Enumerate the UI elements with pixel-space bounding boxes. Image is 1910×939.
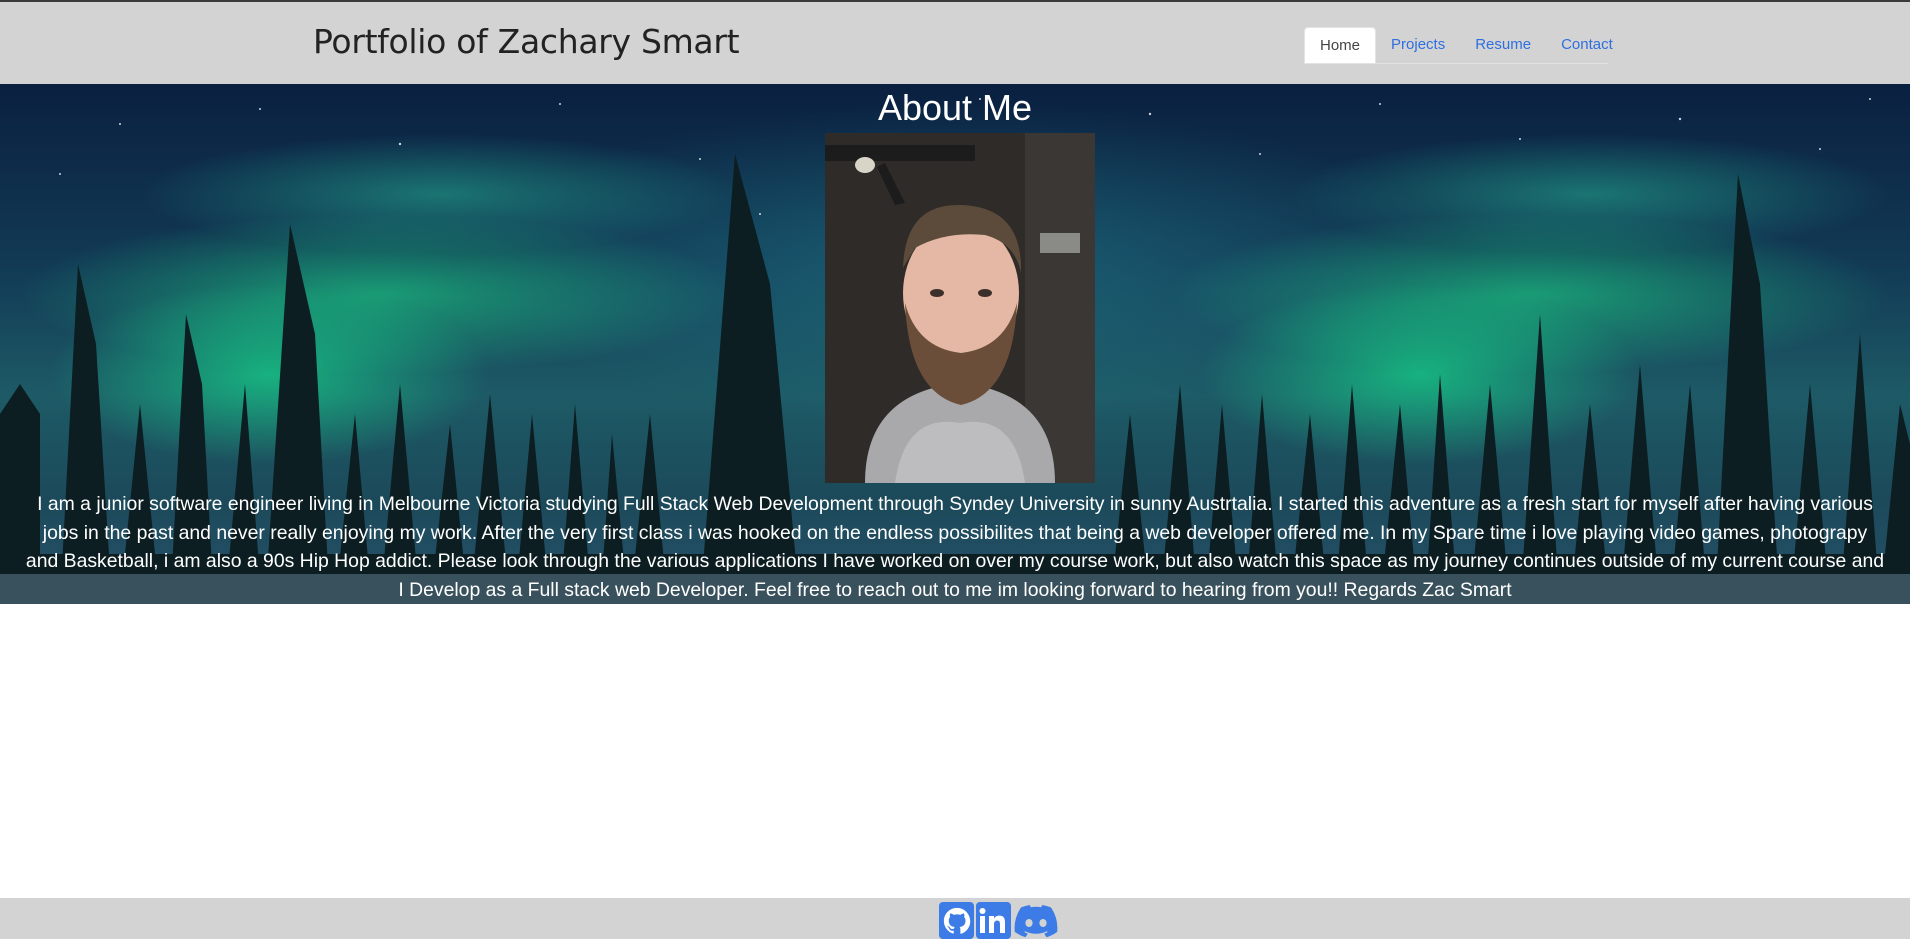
- nav-projects-link[interactable]: Projects: [1376, 27, 1460, 63]
- about-heading: About Me: [877, 87, 1033, 128]
- profile-photo-image: [825, 133, 1095, 483]
- linkedin-link[interactable]: [976, 902, 1011, 939]
- about-paragraph: I am a junior software engineer living i…: [0, 490, 1910, 604]
- about-line: I Develop as a Full stack web Developer.…: [398, 578, 1512, 601]
- linkedin-icon: [979, 907, 1005, 933]
- main-nav: Home Projects Resume Contact: [1304, 27, 1613, 64]
- discord-link[interactable]: [1013, 902, 1059, 939]
- github-link[interactable]: [939, 902, 974, 939]
- github-icon: [943, 907, 970, 934]
- nav-contact-link[interactable]: Contact: [1546, 27, 1628, 63]
- nav-home-link[interactable]: Home: [1304, 27, 1377, 63]
- about-line: jobs in the past and never really enjoyi…: [42, 521, 1868, 544]
- social-links: [939, 902, 1059, 939]
- site-footer: [0, 898, 1910, 939]
- nav-resume-link[interactable]: Resume: [1460, 27, 1546, 63]
- about-line: I am a junior software engineer living i…: [37, 493, 1873, 515]
- about-section: About Me I am a junior software engineer…: [0, 84, 1910, 604]
- page: Portfolio of Zachary Smart Home Projects…: [0, 0, 1910, 939]
- profile-photo: [825, 133, 1095, 483]
- site-title: Portfolio of Zachary Smart: [313, 22, 740, 61]
- site-header: Portfolio of Zachary Smart Home Projects…: [0, 0, 1910, 84]
- about-line: and Basketball, i am also a 90s Hip Hop …: [25, 550, 1885, 573]
- discord-icon: [1014, 905, 1058, 938]
